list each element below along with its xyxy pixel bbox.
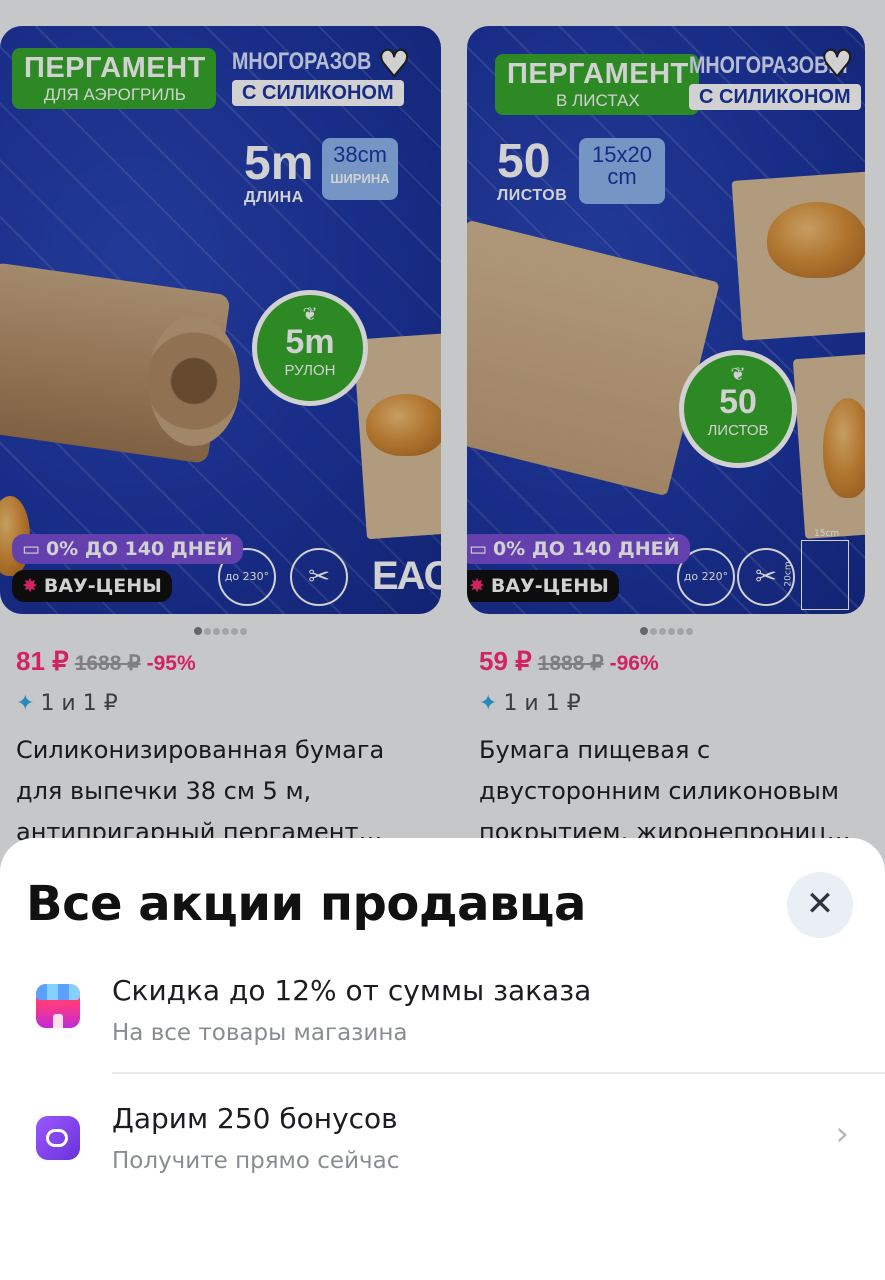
offer-subtitle: На все товары магазина bbox=[112, 1020, 408, 1046]
chevron-right-icon[interactable]: › bbox=[835, 1114, 849, 1154]
offer-title: Скидка до 12% от суммы заказа bbox=[112, 974, 592, 1007]
offer-bonuses[interactable]: Дарим 250 бонусов Получите прямо сейчас … bbox=[0, 1098, 885, 1198]
close-icon[interactable]: ✕ bbox=[787, 872, 853, 938]
bonus-icon bbox=[36, 1116, 80, 1160]
offer-subtitle: Получите прямо сейчас bbox=[112, 1148, 400, 1174]
divider bbox=[112, 1072, 885, 1074]
offer-order-discount[interactable]: Скидка до 12% от суммы заказа На все тов… bbox=[0, 970, 885, 1070]
sheet-title: Все акции продавца bbox=[26, 876, 586, 932]
shop-icon bbox=[36, 984, 80, 1028]
seller-promotions-sheet: Все акции продавца ✕ Скидка до 12% от су… bbox=[0, 838, 885, 1280]
offer-title: Дарим 250 бонусов bbox=[112, 1102, 398, 1135]
